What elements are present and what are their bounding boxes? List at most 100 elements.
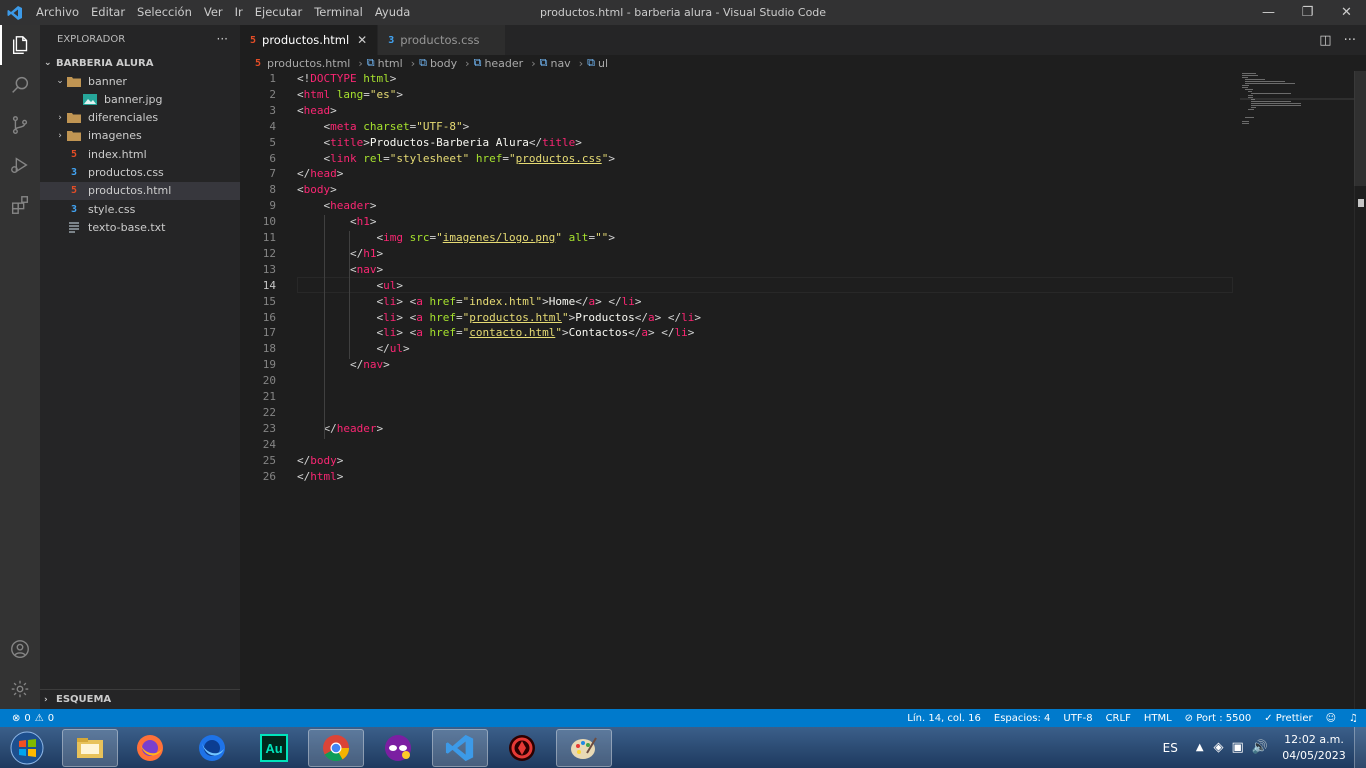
code-line: 2 <html lang="es">	[240, 87, 1366, 103]
live-server-port[interactable]: ⊘ Port : 5500	[1185, 713, 1252, 724]
taskbar-vscode[interactable]	[432, 729, 488, 767]
code-editor[interactable]: 1 <!DOCTYPE html> 2 <html lang="es"> 3 <head>…	[240, 71, 1366, 709]
chevron-down-icon: ⌄	[44, 58, 52, 68]
tree-item-label: productos.html	[88, 184, 172, 198]
taskbar-audition[interactable]: Au	[246, 729, 302, 767]
breadcrumb-item[interactable]: header	[484, 57, 523, 70]
tree-item-texto-base-txt[interactable]: texto-base.txt	[40, 218, 240, 236]
tree-item-productos-html[interactable]: 5 productos.html	[40, 181, 240, 200]
taskbar-red-app[interactable]	[494, 729, 550, 767]
taskbar-chrome[interactable]	[308, 729, 364, 767]
scrollbar-thumb[interactable]	[1354, 71, 1366, 186]
breadcrumb-item[interactable]: productos.html	[267, 57, 350, 70]
network-icon[interactable]: ▣	[1232, 740, 1244, 755]
prettier-label: Prettier	[1275, 712, 1313, 724]
tree-item-index-html[interactable]: 5 index.html	[40, 145, 240, 163]
line-number: 2	[269, 87, 276, 101]
code-token: Home	[548, 294, 576, 308]
encoding[interactable]: UTF-8	[1063, 713, 1092, 724]
breadcrumb-item[interactable]: body	[430, 57, 457, 70]
show-desktop-button[interactable]	[1354, 727, 1366, 768]
minimap[interactable]	[1240, 71, 1366, 709]
notifications-bell-icon[interactable]: ♫	[1349, 713, 1358, 724]
menu-selección[interactable]: Selección	[131, 0, 198, 25]
breadcrumb-item[interactable]: ul	[598, 57, 608, 70]
code-token: =	[455, 294, 463, 308]
breadcrumb-item[interactable]: nav	[550, 57, 570, 70]
breadcrumb-item[interactable]: html	[378, 57, 403, 70]
feedback-icon[interactable]: ☺	[1326, 713, 1336, 724]
close-tab-icon[interactable]: ✕	[357, 33, 367, 47]
security-icon[interactable]: ◈	[1214, 740, 1224, 755]
split-editor-icon[interactable]: ◫	[1319, 33, 1331, 48]
menu-ejecutar[interactable]: Ejecutar	[249, 0, 308, 25]
code-token: li	[674, 326, 688, 340]
accounts-icon[interactable]	[0, 629, 40, 669]
taskbar-mask-app[interactable]	[370, 729, 426, 767]
explorer-icon[interactable]	[0, 25, 40, 65]
line-number: 8	[269, 183, 276, 197]
volume-icon[interactable]: 🔊	[1252, 740, 1268, 755]
menu-ayuda[interactable]: Ayuda	[369, 0, 417, 25]
code-token: li	[383, 310, 397, 324]
workspace-folder-header[interactable]: ⌄ BARBERIA ALURA	[40, 53, 240, 73]
code-line: 11 <img src="imagenes/logo.png" alt="">	[240, 230, 1366, 246]
code-token: title	[542, 135, 576, 149]
code-token: DOCTYPE	[310, 72, 357, 85]
file-tree: ⌄ banner banner.jpg › diferenciales › imagenes…	[40, 72, 240, 242]
code-line: 4 <meta charset="UTF-8">	[240, 119, 1366, 135]
outline-section[interactable]: › ESQUEMA	[40, 689, 240, 709]
indentation[interactable]: Espacios: 4	[994, 713, 1051, 724]
problems-indicator[interactable]: ⊗ 0 ⚠ 0	[0, 713, 54, 724]
taskbar-firefox-developer[interactable]	[184, 729, 240, 767]
restore-button[interactable]: ❐	[1288, 0, 1327, 25]
tree-item-banner[interactable]: ⌄ banner	[40, 72, 240, 90]
vertical-scrollbar[interactable]	[1354, 71, 1366, 709]
breadcrumb-separator-icon: ›	[578, 56, 584, 70]
tree-item-diferenciales[interactable]: › diferenciales	[40, 109, 240, 127]
activity-bar	[0, 25, 40, 709]
explorer-more-actions-button[interactable]: ···	[217, 32, 228, 46]
line-number: 17	[262, 326, 276, 340]
tree-item-banner-jpg[interactable]: banner.jpg	[40, 90, 240, 108]
menu-ver[interactable]: Ver	[198, 0, 229, 25]
show-hidden-icons-icon[interactable]: ▲	[1196, 742, 1204, 753]
prettier-status[interactable]: ✓ Prettier	[1264, 713, 1312, 724]
taskbar-paint[interactable]	[556, 729, 612, 767]
cursor-position[interactable]: Lín. 14, col. 16	[907, 713, 981, 724]
tree-item-productos-css[interactable]: 3 productos.css	[40, 164, 240, 182]
line-number: 13	[262, 262, 276, 276]
source-control-icon[interactable]	[0, 105, 40, 145]
run-debug-icon[interactable]	[0, 145, 40, 185]
code-token: nav	[356, 262, 377, 276]
code-token: > <	[396, 326, 417, 340]
menu-archivo[interactable]: Archivo	[30, 0, 85, 25]
code-token: body	[303, 183, 331, 197]
tree-item-style-css[interactable]: 3 style.css	[40, 200, 240, 218]
extensions-icon[interactable]	[0, 185, 40, 225]
code-token: "	[555, 326, 562, 340]
close-window-button[interactable]: ✕	[1327, 0, 1366, 25]
minimize-button[interactable]: —	[1249, 0, 1288, 25]
tab-productos-css[interactable]: 3 productos.css	[378, 25, 507, 55]
menu-editar[interactable]: Editar	[85, 0, 131, 25]
line-code: <li> <a href="productos.html">Productos<…	[297, 310, 701, 326]
more-actions-icon[interactable]: ···	[1344, 33, 1356, 48]
clock[interactable]: 12:02 a.m. 04/05/2023	[1274, 732, 1354, 764]
tree-item-label: imagenes	[88, 129, 142, 143]
menu-ir[interactable]: Ir	[229, 0, 249, 25]
menu-terminal[interactable]: Terminal	[308, 0, 369, 25]
tab-productos-html[interactable]: 5 productos.html ✕	[240, 25, 379, 55]
search-icon[interactable]	[0, 65, 40, 105]
tree-item-imagenes[interactable]: › imagenes	[40, 127, 240, 145]
taskbar-file-explorer[interactable]	[62, 729, 118, 767]
settings-gear-icon[interactable]	[0, 669, 40, 709]
taskbar-firefox[interactable]	[122, 729, 178, 767]
code-line: 19 </nav>	[240, 357, 1366, 373]
css3-file-icon: 3	[70, 167, 78, 178]
code-token: >	[542, 294, 549, 308]
language-mode[interactable]: HTML	[1144, 713, 1172, 724]
start-button[interactable]	[2, 729, 52, 767]
end-of-line[interactable]: CRLF	[1106, 713, 1131, 724]
language-indicator[interactable]: ES	[1163, 741, 1178, 755]
